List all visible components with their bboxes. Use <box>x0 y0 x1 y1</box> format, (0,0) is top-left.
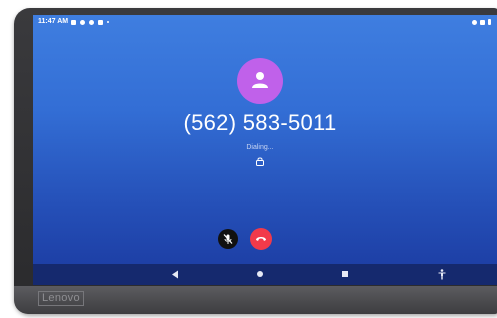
battery-icon <box>488 19 491 25</box>
phone-icon <box>80 19 85 25</box>
brand-logo: Lenovo <box>38 291 84 306</box>
lock-icon <box>256 157 264 166</box>
status-bar: 11:47 AM <box>33 15 497 29</box>
media-icon <box>98 19 103 25</box>
settings-icon <box>89 19 94 25</box>
tablet-speaker-bar <box>14 286 497 314</box>
status-time: 11:47 AM <box>38 18 69 25</box>
contact-avatar <box>237 58 283 104</box>
end-call-button[interactable] <box>250 228 272 250</box>
vpn-key-icon <box>472 19 477 25</box>
person-icon <box>252 72 268 88</box>
wifi-icon <box>480 19 485 25</box>
status-system-icons <box>472 15 491 29</box>
message-icon <box>71 19 76 25</box>
status-notification-icons <box>71 15 109 29</box>
home-icon[interactable] <box>257 271 263 277</box>
mute-icon <box>223 234 233 244</box>
call-status: Dialing... <box>246 144 274 151</box>
back-icon[interactable] <box>171 270 179 279</box>
accessibility-icon[interactable] <box>438 269 446 280</box>
dot-icon <box>107 21 109 23</box>
phone-number: (562) 583-5011 <box>183 110 337 135</box>
navigation-bar <box>33 264 497 285</box>
call-screen: 11:47 AM (562) 583-5011 Dialing... <box>33 15 497 285</box>
mute-button[interactable] <box>218 229 238 249</box>
end-call-icon <box>256 237 266 241</box>
recents-icon[interactable] <box>342 271 348 277</box>
